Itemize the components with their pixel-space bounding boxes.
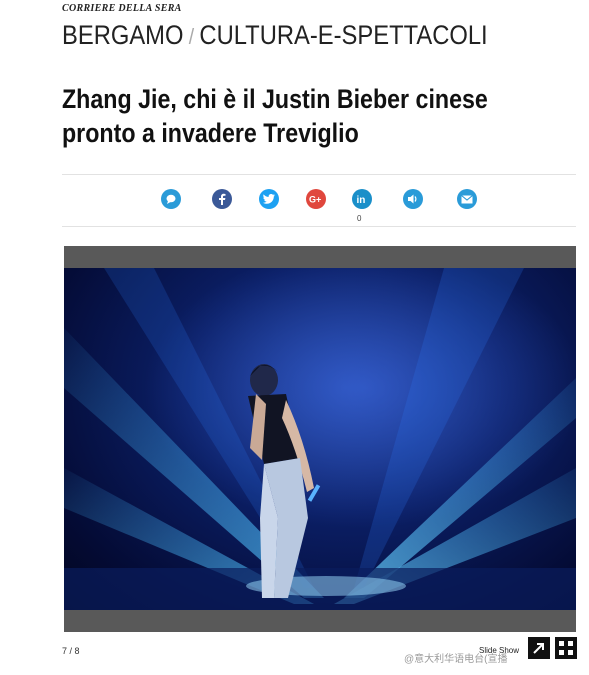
facebook-icon[interactable]	[212, 189, 232, 209]
twitter-icon[interactable]	[259, 189, 279, 209]
email-icon[interactable]	[457, 189, 477, 209]
masthead-logo[interactable]: CORRIERE DELLA SERA	[62, 3, 182, 14]
comment-icon[interactable]	[161, 189, 181, 209]
linkedin-share-count: 0	[357, 214, 362, 223]
gallery-counter: 7 / 8	[62, 646, 80, 656]
breadcrumb-subsection[interactable]: CULTURA-E-SPETTACOLI	[199, 20, 487, 50]
svg-text:in: in	[357, 195, 366, 204]
linkedin-icon[interactable]: in	[352, 189, 372, 209]
expand-arrow-icon	[533, 643, 544, 654]
breadcrumb-separator: /	[188, 24, 195, 49]
watermark: @意大利华语电台(宣播	[404, 654, 508, 665]
slideshow-play-button[interactable]	[528, 637, 550, 659]
concert-photo[interactable]	[64, 268, 576, 610]
breadcrumb: BERGAMO / CULTURA-E-SPETTACOLI	[62, 20, 488, 51]
photo-gallery[interactable]	[64, 246, 576, 632]
googleplus-icon[interactable]: G+	[306, 189, 326, 209]
article-headline: Zhang Jie, chi è il Justin Bieber cinese…	[62, 84, 488, 148]
article-page: CORRIERE DELLA SERA BERGAMO / CULTURA-E-SP…	[0, 0, 589, 675]
grid-icon	[559, 641, 573, 655]
divider	[62, 226, 576, 227]
share-bar: G+ in	[0, 186, 589, 220]
breadcrumb-section[interactable]: BERGAMO	[62, 20, 183, 50]
svg-text:G+: G+	[309, 195, 321, 205]
audio-icon[interactable]	[403, 189, 423, 209]
gallery-grid-button[interactable]	[555, 637, 577, 659]
divider	[62, 174, 576, 175]
